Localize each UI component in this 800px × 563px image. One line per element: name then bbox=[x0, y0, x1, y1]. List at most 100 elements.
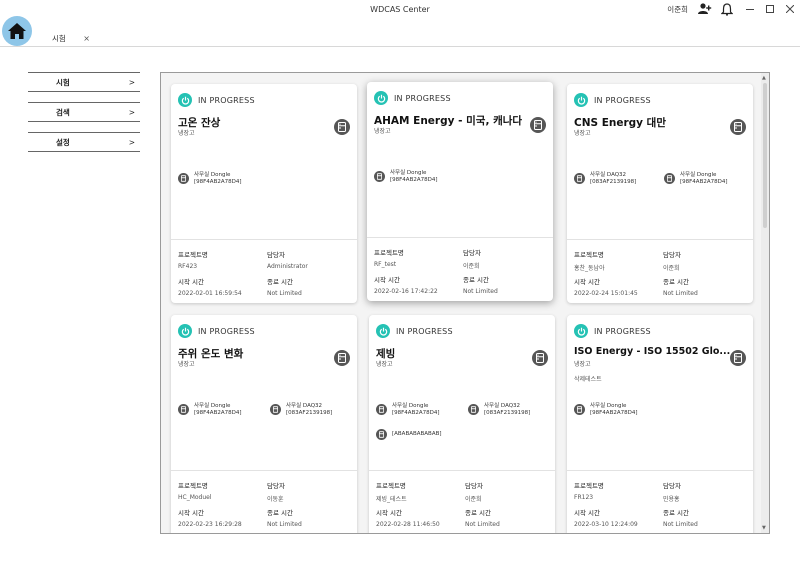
device-item: 사무실 Dongle [98F4AB2A78D4] bbox=[574, 403, 637, 417]
meta-manager: 담당자 이동훈 bbox=[267, 480, 285, 503]
device-id: [083AF2139198] bbox=[286, 410, 333, 416]
meta-value: Not Limited bbox=[267, 521, 302, 528]
fridge-icon bbox=[574, 404, 585, 415]
card-subtitle: 냉장고 bbox=[374, 128, 391, 135]
scroll-down-icon[interactable]: ▼ bbox=[762, 525, 766, 531]
device-id: [083AF2139198] bbox=[484, 410, 531, 416]
fridge-icon[interactable] bbox=[532, 350, 548, 366]
sidebar: 시험 > 검색 > 설정 > bbox=[28, 72, 140, 162]
card-divider bbox=[567, 239, 753, 240]
minimize-button[interactable] bbox=[740, 0, 760, 18]
meta-key: 프로젝트명 bbox=[574, 251, 604, 259]
device-id: [98F4AB2A78D4] bbox=[590, 410, 638, 416]
fridge-icon[interactable] bbox=[730, 119, 746, 135]
meta-start: 시작 시간 2022-02-23 16:29:28 bbox=[178, 507, 242, 528]
meta-key: 담당자 bbox=[663, 251, 681, 259]
device-name: 사무실 Dongle bbox=[194, 172, 231, 178]
fridge-icon[interactable] bbox=[334, 119, 350, 135]
test-card[interactable]: IN PROGRESS AHAM Energy - 미국, 캐나다 냉장고 사무… bbox=[367, 82, 553, 301]
meta-value: 홍찬_동남아 bbox=[574, 265, 605, 272]
sidebar-item-test[interactable]: 시험 > bbox=[28, 72, 140, 92]
card-divider bbox=[567, 470, 753, 471]
scroll-up-icon[interactable]: ▲ bbox=[762, 75, 766, 81]
test-card[interactable]: IN PROGRESS 주위 온도 변화 냉장고 사무실 Dongle [98F4… bbox=[171, 315, 357, 533]
meta-value: Not Limited bbox=[663, 290, 698, 297]
card-title: AHAM Energy - 미국, 캐나다 bbox=[374, 115, 523, 127]
tab-close-icon[interactable]: × bbox=[83, 34, 90, 43]
device-name: 사무실 DAQ32 bbox=[590, 172, 627, 178]
meta-key: 담당자 bbox=[267, 251, 285, 259]
meta-end: 종료 시간 Not Limited bbox=[463, 274, 498, 295]
meta-key: 종료 시간 bbox=[465, 509, 491, 517]
sidebar-item-search[interactable]: 검색 > bbox=[28, 102, 140, 122]
tab-divider bbox=[0, 46, 800, 47]
test-card[interactable]: IN PROGRESS 고온 잔상 냉장고 사무실 Dongle [98F4AB2… bbox=[171, 84, 357, 303]
fridge-icon[interactable] bbox=[334, 350, 350, 366]
device-text: 사무실 DAQ32 [083AF2139198] bbox=[286, 403, 332, 417]
device-name: 사무실 Dongle bbox=[390, 170, 427, 176]
card-title: ISO Energy - ISO 15502 Glo... bbox=[574, 346, 731, 357]
device-name: 사무실 DAQ32 bbox=[484, 403, 521, 409]
meta-start: 시작 시간 2022-02-01 16:59:54 bbox=[178, 276, 242, 297]
status-label: IN PROGRESS bbox=[394, 93, 451, 103]
meta-value: 2022-02-23 16:29:28 bbox=[178, 521, 242, 528]
meta-start: 시작 시간 2022-03-10 12:24:09 bbox=[574, 507, 638, 528]
status-row: IN PROGRESS bbox=[178, 324, 255, 338]
fridge-icon[interactable] bbox=[530, 117, 546, 133]
vertical-scrollbar[interactable]: ▲ ▼ bbox=[761, 73, 769, 533]
sidebar-item-settings[interactable]: 설정 > bbox=[28, 132, 140, 152]
power-icon bbox=[178, 93, 192, 107]
card-divider bbox=[171, 239, 357, 240]
app-title: WDCAS Center bbox=[370, 4, 430, 14]
meta-value: 이준희 bbox=[463, 263, 480, 270]
card-divider bbox=[369, 470, 555, 471]
scrollbar-thumb[interactable] bbox=[763, 83, 767, 228]
meta-value: Not Limited bbox=[267, 290, 302, 297]
meta-project: 프로젝트명 HC_Moduel bbox=[178, 480, 212, 501]
status-row: IN PROGRESS bbox=[574, 93, 651, 107]
close-window-button[interactable] bbox=[780, 0, 800, 18]
test-card[interactable]: IN PROGRESS 제빙 냉장고 사무실 Dongle [98F4AB2A78… bbox=[369, 315, 555, 533]
meta-key: 프로젝트명 bbox=[178, 251, 208, 259]
add-user-icon[interactable] bbox=[696, 0, 714, 18]
meta-start: 시작 시간 2022-02-28 11:46:50 bbox=[376, 507, 440, 528]
device-text: 사무실 Dongle [98F4AB2A78D4] bbox=[590, 403, 637, 417]
home-icon bbox=[8, 23, 26, 39]
meta-end: 종료 시간 Not Limited bbox=[663, 276, 698, 297]
status-row: IN PROGRESS bbox=[574, 324, 651, 338]
meta-end: 종료 시간 Not Limited bbox=[267, 507, 302, 528]
card-subtitle: 냉장고 bbox=[178, 361, 195, 368]
meta-key: 프로젝트명 bbox=[178, 482, 208, 490]
device-text: [ABABABABABAB] bbox=[392, 431, 442, 438]
meta-start: 시작 시간 2022-02-16 17:42:22 bbox=[374, 274, 438, 295]
meta-manager: 담당자 이준희 bbox=[463, 247, 481, 270]
meta-key: 시작 시간 bbox=[574, 278, 600, 286]
meta-key: 시작 시간 bbox=[376, 509, 402, 517]
test-card[interactable]: IN PROGRESS CNS Energy 대만 냉장고 사무실 DAQ32[… bbox=[567, 84, 753, 303]
meta-value: RF_test bbox=[374, 261, 397, 268]
maximize-button[interactable] bbox=[760, 0, 780, 18]
power-icon bbox=[178, 324, 192, 338]
device-id: [98F4AB2A78D4] bbox=[194, 410, 242, 416]
meta-manager: 담당자 Administrator bbox=[267, 249, 308, 270]
device-item: 사무실 DAQ32 [083AF2139198] bbox=[270, 403, 332, 417]
device-name: 사무실 Dongle bbox=[392, 403, 429, 409]
tab-test[interactable]: 시험 × bbox=[36, 30, 100, 46]
chevron-right-icon: > bbox=[128, 137, 135, 147]
bell-icon[interactable] bbox=[718, 0, 736, 18]
meta-end: 종료 시간 Not Limited bbox=[663, 507, 698, 528]
meta-key: 종료 시간 bbox=[463, 276, 489, 284]
device-item: 사무실 Dongle [98F4AB2A78D4] bbox=[376, 403, 439, 417]
home-button[interactable] bbox=[2, 16, 32, 46]
device-name: 사무실 DAQ32 bbox=[286, 403, 323, 409]
fridge-icon bbox=[376, 429, 387, 440]
device-text: 사무실 DAQ32 [083AF2139198] bbox=[484, 403, 530, 417]
meta-value: 2022-02-01 16:59:54 bbox=[178, 290, 242, 297]
fridge-icon bbox=[376, 404, 387, 415]
fridge-icon[interactable] bbox=[730, 350, 746, 366]
power-icon bbox=[374, 91, 388, 105]
card-subtitle: 냉장고 bbox=[574, 130, 591, 137]
test-card[interactable]: IN PROGRESS ISO Energy - ISO 15502 Glo..… bbox=[567, 315, 753, 533]
meta-manager: 담당자 민용홍 bbox=[663, 480, 681, 503]
meta-value: Administrator bbox=[267, 263, 308, 270]
